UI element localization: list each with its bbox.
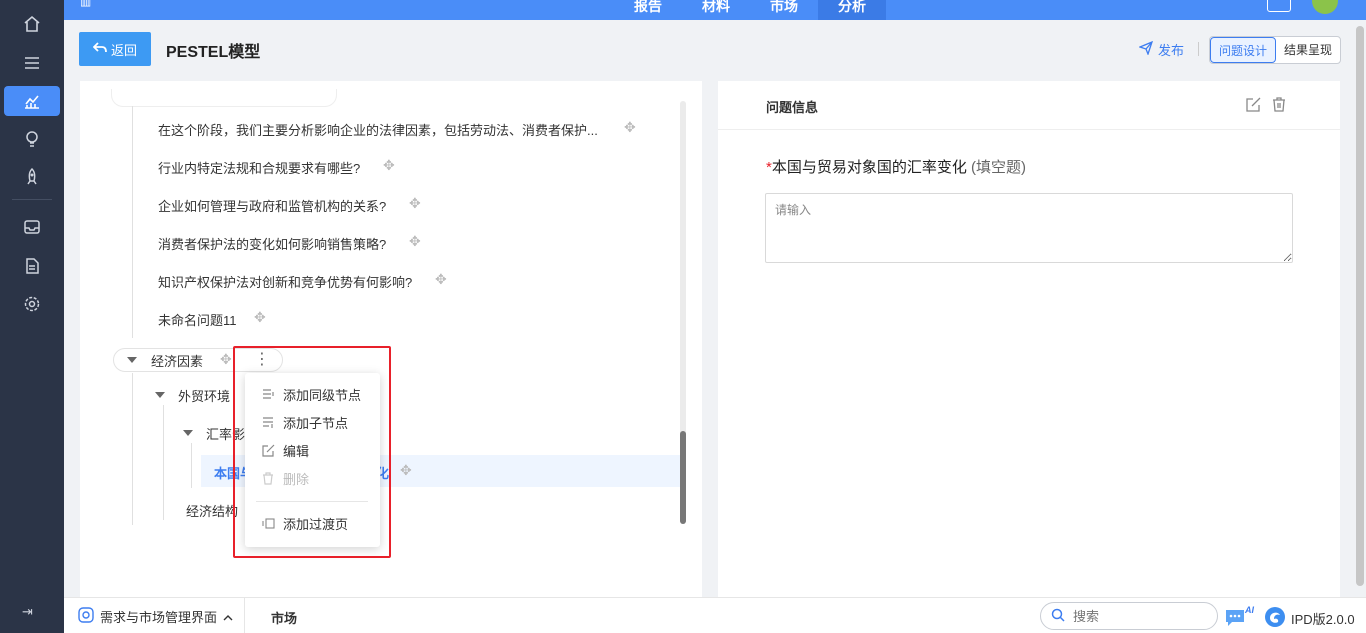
nav-divider: [12, 199, 52, 200]
tree-question-item[interactable]: 企业如何管理与政府和监管机构的关系?: [158, 196, 386, 215]
question-type: (填空题): [971, 159, 1027, 176]
expand-caret-icon[interactable]: [127, 357, 137, 363]
tree-question-item[interactable]: 未命名问题11: [158, 310, 237, 329]
publish-label: 发布: [1158, 43, 1185, 58]
analytics-icon[interactable]: [4, 86, 60, 116]
chevron-up-icon: [223, 609, 233, 624]
expand-caret-icon[interactable]: [183, 430, 193, 436]
left-nav: ⇥: [0, 0, 64, 633]
top-tabs: 报告 材料 市场 分析: [614, 0, 886, 20]
tree-node-partial: [111, 89, 337, 107]
page-header: 返回 PESTEL模型 发布 问题设计 结果呈现: [64, 20, 1354, 80]
back-label: 返回: [110, 42, 137, 58]
back-arrow-icon: [92, 41, 107, 57]
move-icon[interactable]: ✥: [220, 351, 232, 368]
question-title: *本国与贸易对象国的汇率变化 (填空题): [766, 156, 1026, 177]
highlight-annotation: [233, 346, 391, 558]
bottom-current-tab[interactable]: 市场: [271, 608, 297, 627]
home-icon[interactable]: [4, 9, 60, 39]
workspace-switcher[interactable]: 需求与市场管理界面: [78, 607, 233, 626]
tab-market[interactable]: 市场: [750, 0, 818, 20]
tree-line: [163, 405, 164, 520]
question-info-header: 问题信息: [718, 81, 1340, 130]
rocket-icon[interactable]: [4, 162, 60, 192]
edit-icon[interactable]: [1246, 97, 1261, 115]
top-bar: ▥ 报告 材料 市场 分析: [64, 0, 1366, 20]
menu-icon[interactable]: [4, 48, 60, 78]
tree-line: [132, 373, 133, 525]
view-mode-result[interactable]: 结果呈现: [1276, 37, 1340, 63]
tree-line: [191, 443, 192, 488]
ai-badge: AI: [1244, 605, 1254, 615]
move-icon[interactable]: ✥: [383, 157, 395, 174]
tree-line: [132, 106, 133, 338]
publish-button[interactable]: 发布: [1138, 40, 1185, 59]
move-icon[interactable]: ✥: [254, 309, 266, 326]
move-icon[interactable]: ✥: [400, 462, 412, 479]
lightbulb-icon[interactable]: [4, 124, 60, 154]
search-box[interactable]: [1040, 602, 1218, 630]
brand-logo-icon: [1264, 606, 1286, 631]
page-title: PESTEL模型: [166, 44, 261, 61]
question-info-panel: 问题信息 *本国与贸易对象国的汇率变化 (填空题): [718, 81, 1340, 597]
question-info-title: 问题信息: [766, 100, 819, 115]
back-button[interactable]: 返回: [79, 32, 151, 66]
tree-scrollbar[interactable]: [680, 101, 686, 524]
expand-caret-icon[interactable]: [155, 392, 165, 398]
workspace-label: 需求与市场管理界面: [100, 610, 218, 625]
tree-question-item[interactable]: 在这个阶段，我们主要分析影响企业的法律因素，包括劳动法、消费者保护...: [158, 120, 598, 139]
move-icon[interactable]: ✥: [409, 195, 421, 212]
tree-node-label[interactable]: 外贸环境: [178, 386, 230, 405]
question-title-text: 本国与贸易对象国的汇率变化: [771, 159, 967, 176]
tree-node-label[interactable]: 经济结构: [186, 501, 238, 520]
tab-material[interactable]: 材料: [682, 0, 750, 20]
view-mode-design[interactable]: 问题设计: [1210, 37, 1277, 63]
collapse-sidebar-icon[interactable]: ⇥: [22, 604, 33, 620]
page-scrollbar[interactable]: [1356, 26, 1364, 586]
version-info: IPD版2.0.0: [1264, 606, 1355, 631]
move-icon[interactable]: ✥: [435, 271, 447, 288]
question-tree-panel: 在这个阶段，我们主要分析影响企业的法律因素，包括劳动法、消费者保护... ✥ 行…: [80, 81, 702, 597]
add-button[interactable]: [1267, 0, 1291, 12]
search-icon: [1051, 608, 1065, 625]
header-divider: [1198, 42, 1199, 56]
settings-icon[interactable]: [4, 289, 60, 319]
search-input[interactable]: [1073, 608, 1193, 624]
tree-question-item[interactable]: 知识产权保护法对创新和竞争优势有何影响?: [158, 272, 412, 291]
tree-question-item[interactable]: 行业内特定法规和合规要求有哪些?: [158, 158, 360, 177]
move-icon[interactable]: ✥: [409, 233, 421, 250]
tab-analysis[interactable]: 分析: [818, 0, 886, 20]
answer-input[interactable]: [765, 193, 1293, 263]
tree-node-label[interactable]: 经济因素: [151, 351, 203, 370]
inbox-icon[interactable]: [4, 212, 60, 242]
app-logo-icon: ▥: [80, 0, 92, 8]
bottom-divider: [244, 598, 245, 633]
send-icon: [1138, 40, 1154, 58]
tree-scrollbar-thumb[interactable]: [680, 431, 686, 524]
version-label: IPD版2.0.0: [1291, 612, 1355, 627]
avatar[interactable]: [1312, 0, 1338, 14]
tab-report[interactable]: 报告: [614, 0, 682, 20]
move-icon[interactable]: ✥: [624, 119, 636, 136]
ai-chat-icon[interactable]: AI: [1224, 604, 1256, 631]
bottom-bar: 需求与市场管理界面 市场 AI IPD版2.0.0: [64, 597, 1366, 633]
tree-question-item[interactable]: 消费者保护法的变化如何影响销售策略?: [158, 234, 386, 253]
document-icon[interactable]: [4, 251, 60, 281]
workspace-icon: [78, 607, 94, 626]
trash-icon[interactable]: [1272, 97, 1286, 115]
view-mode-toggle: 问题设计 结果呈现: [1209, 36, 1342, 64]
